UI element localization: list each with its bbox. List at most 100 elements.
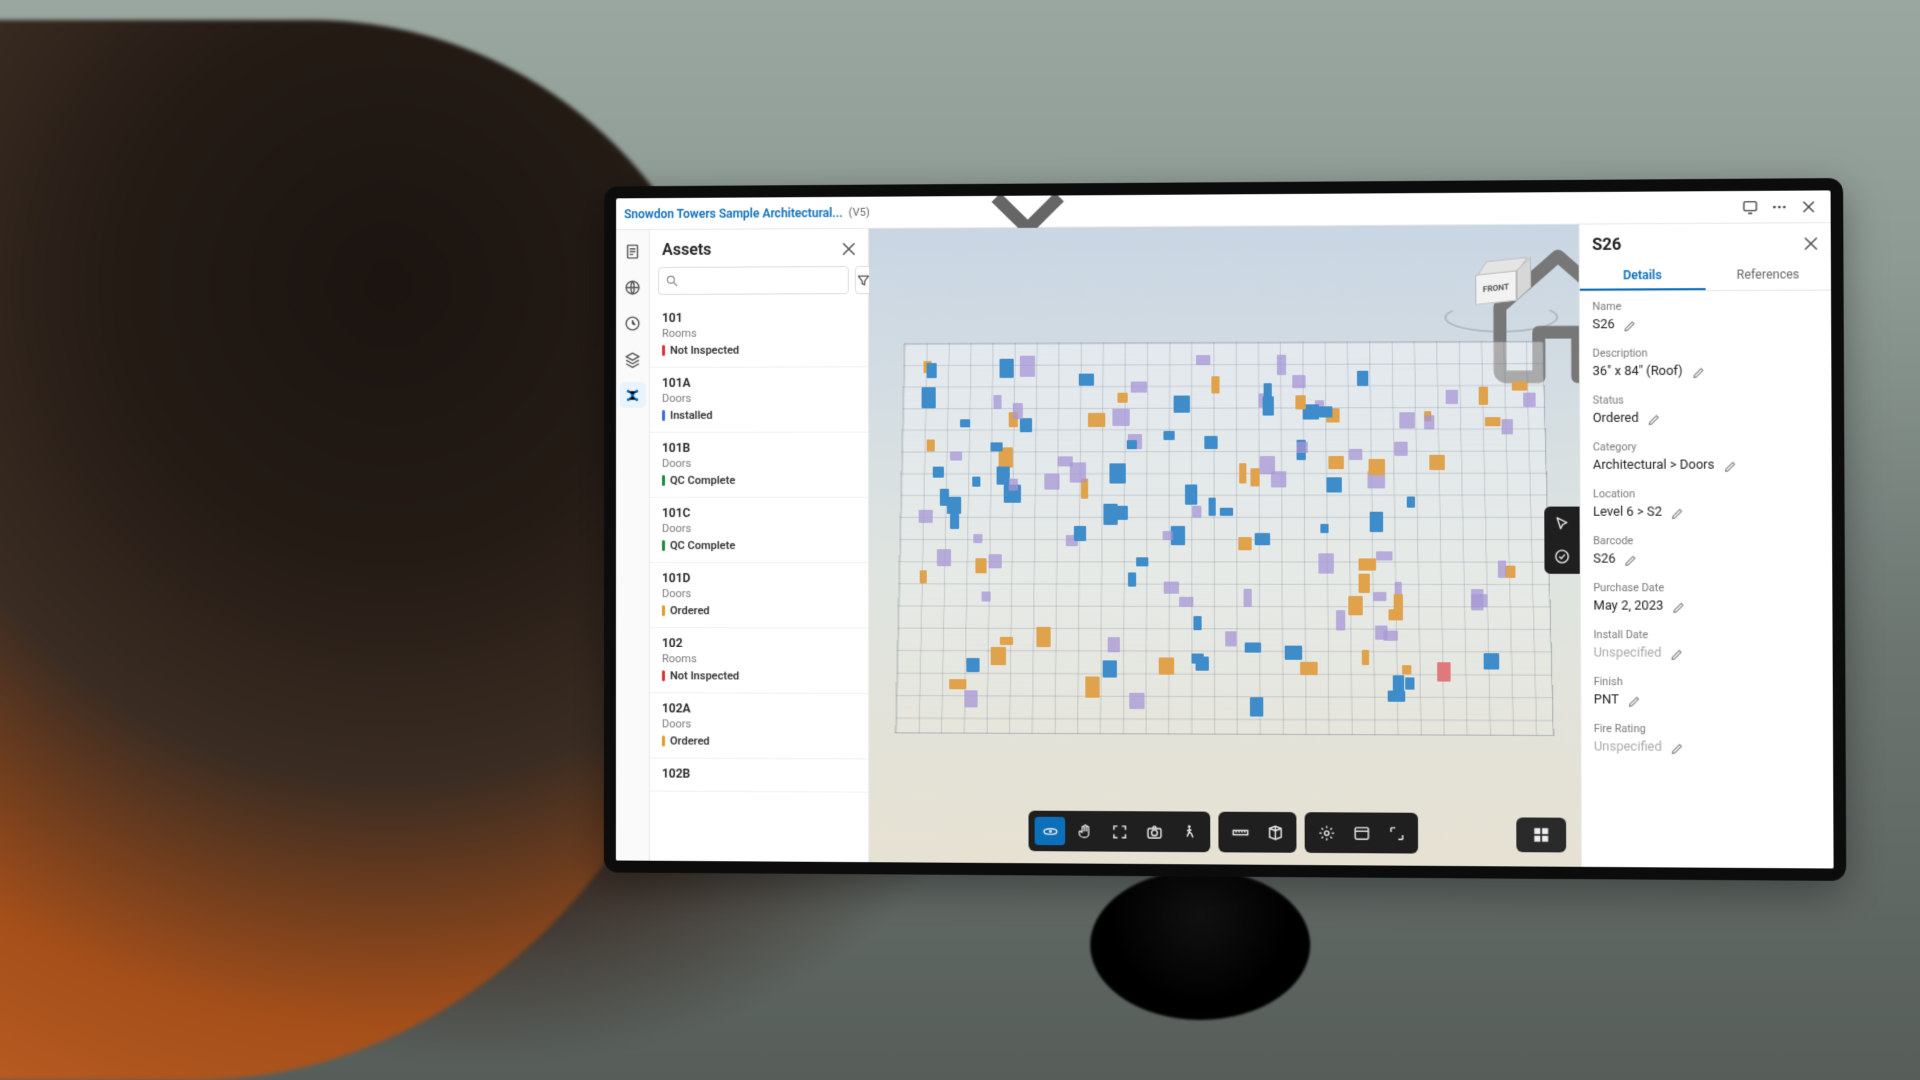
asset-status: Installed	[662, 408, 858, 421]
property-row: Location Level 6 > S2	[1593, 487, 1822, 520]
property-value: PNT	[1594, 692, 1619, 707]
walk-tool-icon[interactable]	[1173, 818, 1204, 847]
properties-panel-icon[interactable]	[1346, 819, 1377, 848]
display-mode-icon[interactable]	[1739, 195, 1762, 218]
edit-icon[interactable]	[1723, 458, 1738, 472]
property-label: Category	[1593, 440, 1821, 454]
asset-item[interactable]: 102B	[650, 758, 868, 792]
details-tabs: Details References	[1580, 259, 1831, 292]
asset-item[interactable]: 102RoomsNot Inspected	[650, 628, 868, 694]
property-label: Finish	[1594, 675, 1823, 689]
grid-view-button[interactable]	[1516, 817, 1566, 852]
asset-status: QC Complete	[662, 539, 858, 552]
details-properties: NameS26Description36" x 84" (Roof)Status…	[1580, 291, 1834, 869]
fit-view-icon[interactable]	[1104, 817, 1135, 846]
asset-item[interactable]: 101Rooms Not Inspected	[650, 302, 868, 368]
edit-icon[interactable]	[1670, 646, 1685, 660]
viewport-side-toolbar	[1544, 507, 1580, 574]
search-icon	[665, 274, 679, 288]
property-value: May 2, 2023	[1593, 598, 1663, 613]
more-icon[interactable]	[1768, 195, 1791, 218]
property-label: Install Date	[1593, 628, 1822, 642]
assets-close-icon[interactable]	[840, 239, 858, 257]
rail-sheets-icon[interactable]	[620, 238, 646, 264]
property-row: Fire Rating Unspecified	[1594, 722, 1823, 756]
property-value: S26	[1593, 551, 1615, 566]
section-tool-icon[interactable]	[1259, 818, 1290, 847]
property-label: Status	[1593, 393, 1821, 407]
model-viewport[interactable]: FRONT	[869, 225, 1581, 867]
asset-category: Doors	[662, 587, 858, 600]
details-panel: S26 Details References NameS26Descriptio…	[1579, 223, 1834, 868]
property-row: Install Date Unspecified	[1593, 628, 1822, 661]
orbit-tool-icon[interactable]	[1035, 817, 1066, 845]
property-row: StatusOrdered	[1593, 393, 1821, 426]
rail-layers-icon[interactable]	[620, 346, 646, 372]
asset-category: Rooms	[662, 326, 858, 340]
asset-item[interactable]: 101D Doors Ordered	[650, 563, 868, 629]
left-rail	[616, 230, 650, 861]
property-row: Category Architectural > Doors	[1593, 440, 1822, 473]
viewer-toolbar	[1029, 811, 1419, 854]
pan-tool-icon[interactable]	[1069, 817, 1100, 846]
asset-item[interactable]: 101BDoorsQC Complete	[650, 433, 868, 498]
select-tool-icon[interactable]	[1551, 513, 1574, 535]
asset-status: Ordered	[662, 604, 858, 617]
property-row: BarcodeS26	[1593, 534, 1822, 567]
property-label: Location	[1593, 487, 1821, 500]
asset-item[interactable]: 102ADoors Ordered	[650, 693, 868, 759]
assets-panel: Assets 101RoomsNot Inspected101ADoorsIns…	[650, 229, 869, 862]
property-value: Level 6 > S2	[1593, 504, 1662, 519]
asset-item[interactable]: 101CDoorsQC Complete	[650, 498, 868, 563]
assets-title: Assets	[662, 240, 711, 259]
camera-tool-icon[interactable]	[1139, 817, 1170, 846]
asset-id: 102A	[662, 701, 858, 716]
asset-status: Not Inspected	[662, 669, 858, 683]
details-close-icon[interactable]	[1801, 234, 1820, 252]
building-render	[899, 337, 1549, 734]
asset-status: Not Inspected	[662, 343, 858, 357]
asset-id: 101D	[662, 571, 858, 585]
home-view-icon[interactable]	[1403, 238, 1424, 258]
viewcube-front-label: FRONT	[1475, 270, 1516, 305]
rail-history-icon[interactable]	[620, 310, 646, 336]
property-row: NameS26	[1592, 299, 1820, 333]
settings-icon[interactable]	[1311, 818, 1342, 847]
tab-details[interactable]: Details	[1580, 260, 1705, 291]
details-title: S26	[1592, 235, 1621, 254]
rail-globe-icon[interactable]	[620, 274, 646, 300]
edit-icon[interactable]	[1691, 364, 1706, 378]
property-value: Unspecified	[1594, 645, 1662, 660]
asset-list[interactable]: 101RoomsNot Inspected101ADoorsInstalled1…	[650, 302, 868, 862]
asset-category: Doors	[662, 717, 858, 731]
asset-category: Doors	[662, 391, 858, 405]
grid-icon	[1531, 825, 1552, 846]
assets-search-input[interactable]	[658, 266, 849, 295]
asset-category: Doors	[662, 457, 858, 470]
property-value: Architectural > Doors	[1593, 457, 1715, 472]
edit-icon[interactable]	[1647, 411, 1662, 425]
asset-item[interactable]: 101ADoors Installed	[650, 367, 868, 433]
edit-icon[interactable]	[1670, 740, 1685, 754]
property-row: Finish PNT	[1594, 675, 1823, 708]
fullscreen-icon[interactable]	[1381, 819, 1412, 848]
property-label: Name	[1592, 299, 1820, 313]
edit-icon[interactable]	[1670, 505, 1685, 519]
edit-icon[interactable]	[1627, 693, 1642, 707]
document-title[interactable]: Snowdon Towers Sample Architectural...	[624, 205, 842, 220]
property-label: Fire Rating	[1594, 722, 1823, 736]
rail-assets-icon[interactable]	[620, 382, 646, 408]
tab-references[interactable]: References	[1705, 259, 1831, 290]
asset-id: 101	[662, 310, 858, 325]
asset-id: 101A	[662, 375, 858, 390]
asset-status: QC Complete	[662, 474, 858, 487]
property-value: Unspecified	[1594, 739, 1662, 755]
viewcube[interactable]: FRONT	[1444, 251, 1558, 333]
measure-tool-icon[interactable]	[1225, 818, 1256, 847]
edit-icon[interactable]	[1672, 599, 1687, 613]
edit-icon[interactable]	[1624, 552, 1639, 566]
asset-category: Doors	[662, 522, 858, 535]
edit-icon[interactable]	[1623, 317, 1638, 331]
asset-status: Ordered	[662, 734, 858, 748]
verify-tool-icon[interactable]	[1551, 545, 1574, 567]
